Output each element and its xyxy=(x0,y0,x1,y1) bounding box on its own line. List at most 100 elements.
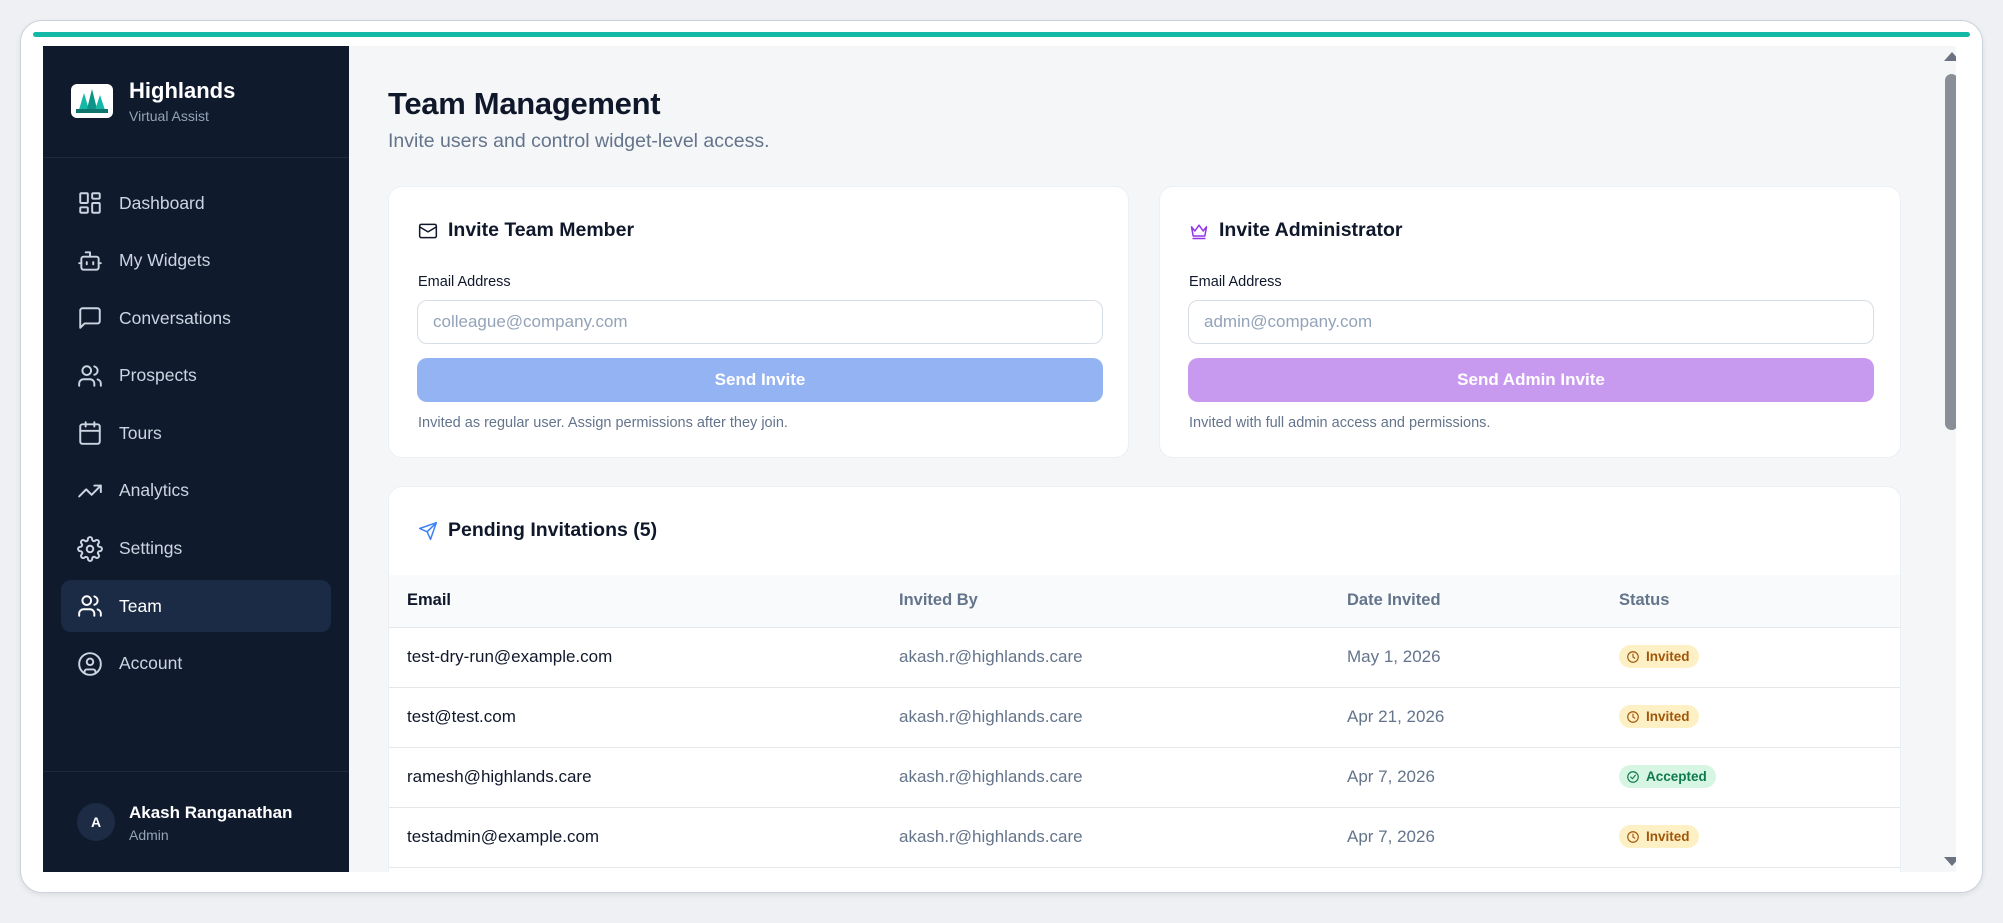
sidebar-item-label: Prospects xyxy=(119,365,197,386)
admin-email-label: Email Address xyxy=(1189,274,1282,290)
invite-admin-title: Invite Administrator xyxy=(1219,219,1403,241)
cell-email: testadmin@example.com xyxy=(389,807,899,868)
sidebar-item-label: Tours xyxy=(119,422,162,443)
cell-email: test-dry-run@example.com xyxy=(389,627,899,688)
sidebar-item-account[interactable]: Account xyxy=(61,638,331,690)
column-header-invited-by[interactable]: Invited By xyxy=(899,575,1347,628)
column-header-status[interactable]: Status xyxy=(1619,575,1900,628)
cell-status: Invited xyxy=(1619,687,1900,748)
invite-member-title: Invite Team Member xyxy=(448,219,635,241)
calendar-icon xyxy=(77,420,103,446)
vertical-scrollbar[interactable] xyxy=(1944,46,1956,872)
sidebar-item-settings[interactable]: Settings xyxy=(61,523,331,575)
send-invite-button[interactable]: Send Invite xyxy=(417,358,1103,402)
status-text: Invited xyxy=(1646,829,1690,845)
sidebar-item-label: Conversations xyxy=(119,307,231,328)
scroll-down-arrow-icon[interactable] xyxy=(1944,857,1956,866)
invite-admin-heading: Invite Administrator xyxy=(1189,219,1402,242)
gear-icon xyxy=(77,535,103,562)
page-title: Team Management xyxy=(388,86,661,121)
member-email-label: Email Address xyxy=(418,274,511,290)
cell-date: Apr 21, 2026 xyxy=(1347,687,1619,748)
scroll-up-arrow-icon[interactable] xyxy=(1944,52,1956,61)
pending-invitations-title: Pending Invitations (5) xyxy=(448,519,658,541)
user-role: Admin xyxy=(129,827,169,843)
brand: Highlands Virtual Assist xyxy=(43,46,349,158)
robot-icon xyxy=(77,248,103,274)
status-badge: Accepted xyxy=(1619,765,1716,789)
user-name: Akash Ranganathan xyxy=(129,803,293,822)
crown-icon xyxy=(1190,223,1208,239)
cell-status: Accepted xyxy=(1619,747,1900,808)
table-row[interactable]: testadmin@example.com akash.r@highlands.… xyxy=(389,807,1900,868)
cell-date: Apr 7, 2026 xyxy=(1347,807,1619,868)
cell-status: Invited xyxy=(1619,627,1900,688)
sidebar-item-label: Settings xyxy=(119,538,183,559)
send-admin-invite-button[interactable]: Send Admin Invite xyxy=(1188,358,1874,402)
status-badge: Invited xyxy=(1619,705,1699,729)
status-text: Invited xyxy=(1646,709,1690,725)
admin-email-input[interactable] xyxy=(1188,300,1874,344)
sidebar-item-label: Analytics xyxy=(119,480,190,501)
accent-bar xyxy=(33,32,1970,37)
table-row[interactable]: test@test.com akash.r@highlands.care Apr… xyxy=(389,687,1900,748)
cell-invited-by: akash.r@highlands.care xyxy=(899,747,1347,808)
status-badge: Invited xyxy=(1619,645,1699,669)
clock-icon xyxy=(1627,650,1639,663)
sidebar-item-prospects[interactable]: Prospects xyxy=(61,350,331,402)
invitations-table: Email Invited By Date Invited Status tes… xyxy=(389,575,1900,868)
brand-subtitle: Virtual Assist xyxy=(129,108,209,124)
sidebar-item-analytics[interactable]: Analytics xyxy=(61,465,331,517)
sidebar-item-label: My Widgets xyxy=(119,250,211,271)
sidebar-item-label: Account xyxy=(119,653,183,674)
table-header-row: Email Invited By Date Invited Status xyxy=(389,575,1900,628)
column-header-email[interactable]: Email xyxy=(389,575,899,628)
forest-logo-icon[interactable] xyxy=(71,84,113,118)
status-badge: Invited xyxy=(1619,825,1699,849)
sidebar-item-my-widgets[interactable]: My Widgets xyxy=(61,235,331,287)
dashboard-icon xyxy=(77,190,103,216)
cell-status: Invited xyxy=(1619,807,1900,868)
page-subtitle: Invite users and control widget-level ac… xyxy=(388,130,770,152)
cell-invited-by: akash.r@highlands.care xyxy=(899,687,1347,748)
sidebar-item-conversations[interactable]: Conversations xyxy=(61,292,331,344)
cell-email: ramesh@highlands.care xyxy=(389,747,899,808)
sidebar-item-team[interactable]: Team xyxy=(61,580,331,633)
clock-icon xyxy=(1627,830,1639,843)
check-circle-icon xyxy=(1627,770,1639,783)
team-icon xyxy=(77,593,103,619)
sidebar-item-dashboard[interactable]: Dashboard xyxy=(61,177,331,229)
avatar: A xyxy=(77,803,115,841)
table-row[interactable]: ramesh@highlands.care akash.r@highlands.… xyxy=(389,747,1900,808)
invite-member-heading: Invite Team Member xyxy=(418,219,634,242)
pending-invitations-card: Pending Invitations (5) Email Invited By… xyxy=(388,486,1901,872)
cell-date: May 1, 2026 xyxy=(1347,627,1619,688)
brand-name: Highlands xyxy=(129,78,236,103)
column-header-date-invited[interactable]: Date Invited xyxy=(1347,575,1619,628)
trending-up-icon xyxy=(77,478,103,504)
chat-bubble-icon xyxy=(77,305,103,331)
send-icon xyxy=(418,521,438,540)
status-text: Accepted xyxy=(1646,769,1707,785)
sidebar-item-label: Team xyxy=(119,595,162,616)
table-row[interactable]: test-dry-run@example.com akash.r@highlan… xyxy=(389,627,1900,688)
users-icon xyxy=(77,363,103,389)
cell-invited-by: akash.r@highlands.care xyxy=(899,627,1347,688)
sidebar-nav: Dashboard My Widgets Conversations Prosp… xyxy=(61,177,331,695)
cell-email: test@test.com xyxy=(389,687,899,748)
invite-admin-card: Invite Administrator Email Address Send … xyxy=(1159,186,1901,458)
user-profile[interactable]: A Akash Ranganathan Admin xyxy=(43,771,349,872)
main-content: Team Management Invite users and control… xyxy=(349,46,1956,872)
scrollbar-thumb[interactable] xyxy=(1945,74,1956,430)
admin-invite-hint: Invited with full admin access and permi… xyxy=(1189,415,1491,431)
cell-date: Apr 7, 2026 xyxy=(1347,747,1619,808)
member-email-input[interactable] xyxy=(417,300,1103,344)
sidebar-item-tours[interactable]: Tours xyxy=(61,407,331,459)
member-invite-hint: Invited as regular user. Assign permissi… xyxy=(418,415,788,431)
invite-member-card: Invite Team Member Email Address Send In… xyxy=(388,186,1129,458)
user-circle-icon xyxy=(77,651,103,677)
app-window: Highlands Virtual Assist Dashboard My Wi… xyxy=(20,20,1983,893)
sidebar-item-label: Dashboard xyxy=(119,192,205,213)
status-text: Invited xyxy=(1646,649,1690,665)
clock-icon xyxy=(1627,710,1639,723)
